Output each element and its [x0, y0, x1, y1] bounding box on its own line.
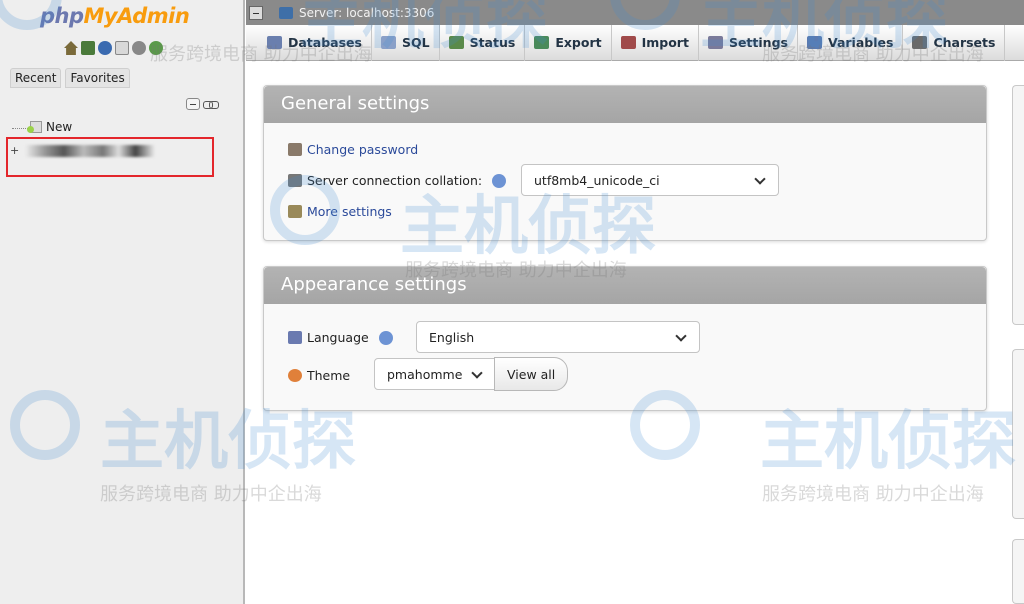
settings-icon: [707, 36, 723, 49]
wrench-icon: [288, 205, 302, 218]
change-password-link[interactable]: Change password: [307, 142, 418, 157]
theme-label: Theme: [307, 368, 351, 383]
appearance-settings-title: Appearance settings: [264, 267, 986, 304]
status-icon: [448, 36, 464, 49]
tab-recent[interactable]: Recent: [10, 68, 62, 88]
tab-label: Status: [469, 35, 516, 50]
tab-label: SQL: [401, 35, 430, 50]
more-settings-link[interactable]: More settings: [307, 204, 392, 219]
collation-select[interactable]: utf8mb4_unicode_ci: [521, 164, 779, 196]
server-breadcrumb-bar: Server: localhost:3306: [246, 0, 1024, 25]
language-label: Language: [307, 330, 369, 345]
tree-item-new[interactable]: New: [27, 120, 73, 134]
main-content: General settings Change password Server …: [246, 61, 1024, 604]
reload-icon[interactable]: [149, 41, 163, 55]
variables-icon: [806, 36, 822, 49]
home-icon[interactable]: [64, 41, 78, 55]
general-settings-panel: General settings Change password Server …: [263, 85, 987, 241]
tab-favorites[interactable]: Favorites: [65, 68, 130, 88]
tab-label: Variables: [827, 35, 894, 50]
language-value: English: [429, 329, 475, 345]
theme-value: pmahomme: [387, 366, 463, 382]
collapse-all-button[interactable]: [186, 98, 200, 110]
language-row: Language: [288, 330, 393, 345]
tab-status[interactable]: Status: [440, 24, 526, 61]
logo-php: php: [40, 4, 84, 28]
tab-label: Export: [555, 35, 602, 50]
tab-variables[interactable]: Variables: [798, 24, 904, 61]
database-icon: [267, 36, 282, 49]
general-settings-title: General settings: [264, 86, 986, 123]
chevron-down-icon: [675, 330, 687, 342]
settings-icon[interactable]: [132, 41, 146, 55]
collation-label: Server connection collation:: [307, 173, 483, 188]
view-all-button[interactable]: View all: [494, 357, 569, 391]
navigation-sidebar: phpMyAdmin Recent Favorites New +: [0, 0, 245, 604]
import-icon: [620, 36, 636, 49]
collation-icon: [288, 174, 302, 187]
theme-row: Theme: [288, 368, 350, 383]
info-icon[interactable]: [378, 330, 393, 345]
language-select[interactable]: English: [416, 321, 700, 353]
tree-item-new-label: New: [46, 120, 73, 134]
sidebar-tabs: Recent Favorites: [10, 68, 130, 88]
tab-export[interactable]: Export: [525, 24, 612, 61]
theme-icon: [288, 369, 302, 382]
sidebar-quick-icons: [64, 41, 163, 55]
tree-controls: [186, 98, 219, 110]
theme-select[interactable]: pmahomme: [374, 358, 496, 390]
logo-myadmin: MyAdmin: [83, 4, 190, 28]
tab-label: Import: [641, 35, 689, 50]
tab-label: Charsets: [933, 35, 996, 50]
tab-databases[interactable]: Databases: [258, 24, 372, 61]
documentation-icon[interactable]: [98, 41, 112, 55]
exit-icon[interactable]: [81, 41, 95, 55]
help-icon[interactable]: [115, 41, 129, 55]
collation-row: Server connection collation:: [288, 173, 507, 188]
collation-value: utf8mb4_unicode_ci: [534, 172, 660, 188]
info-icon[interactable]: [492, 173, 507, 188]
tab-settings[interactable]: Settings: [699, 24, 798, 61]
tab-label: Settings: [728, 35, 788, 50]
new-database-icon: [27, 121, 42, 133]
main-menubar: Databases SQL Status Export Import Settings Va…: [246, 24, 1024, 61]
red-highlight-box: [6, 137, 214, 177]
key-icon: [288, 143, 302, 156]
appearance-settings-panel: Appearance settings Language English The…: [263, 266, 987, 411]
change-password-row: Change password: [288, 142, 418, 157]
server-icon: [279, 6, 293, 19]
server-breadcrumb[interactable]: Server: localhost:3306: [299, 6, 434, 20]
sql-icon: [380, 36, 396, 49]
tab-charsets[interactable]: Charsets: [903, 24, 1006, 61]
tab-sql[interactable]: SQL: [372, 24, 440, 61]
tab-label: Databases: [288, 35, 362, 50]
collapse-navigation-button[interactable]: [249, 5, 263, 20]
right-panel-edge-2: [1012, 349, 1024, 519]
tab-import[interactable]: Import: [612, 24, 699, 61]
export-icon: [534, 36, 550, 49]
right-panel-edge-1: [1012, 85, 1024, 325]
right-panel-edge-3: [1012, 539, 1024, 604]
chevron-down-icon: [471, 367, 483, 379]
link-with-main-icon[interactable]: [203, 98, 219, 110]
chevron-down-icon: [754, 173, 766, 185]
charsets-icon: [912, 36, 928, 49]
more-settings-row: More settings: [288, 204, 392, 219]
language-icon: [288, 331, 302, 344]
phpmyadmin-logo[interactable]: phpMyAdmin: [40, 4, 190, 28]
